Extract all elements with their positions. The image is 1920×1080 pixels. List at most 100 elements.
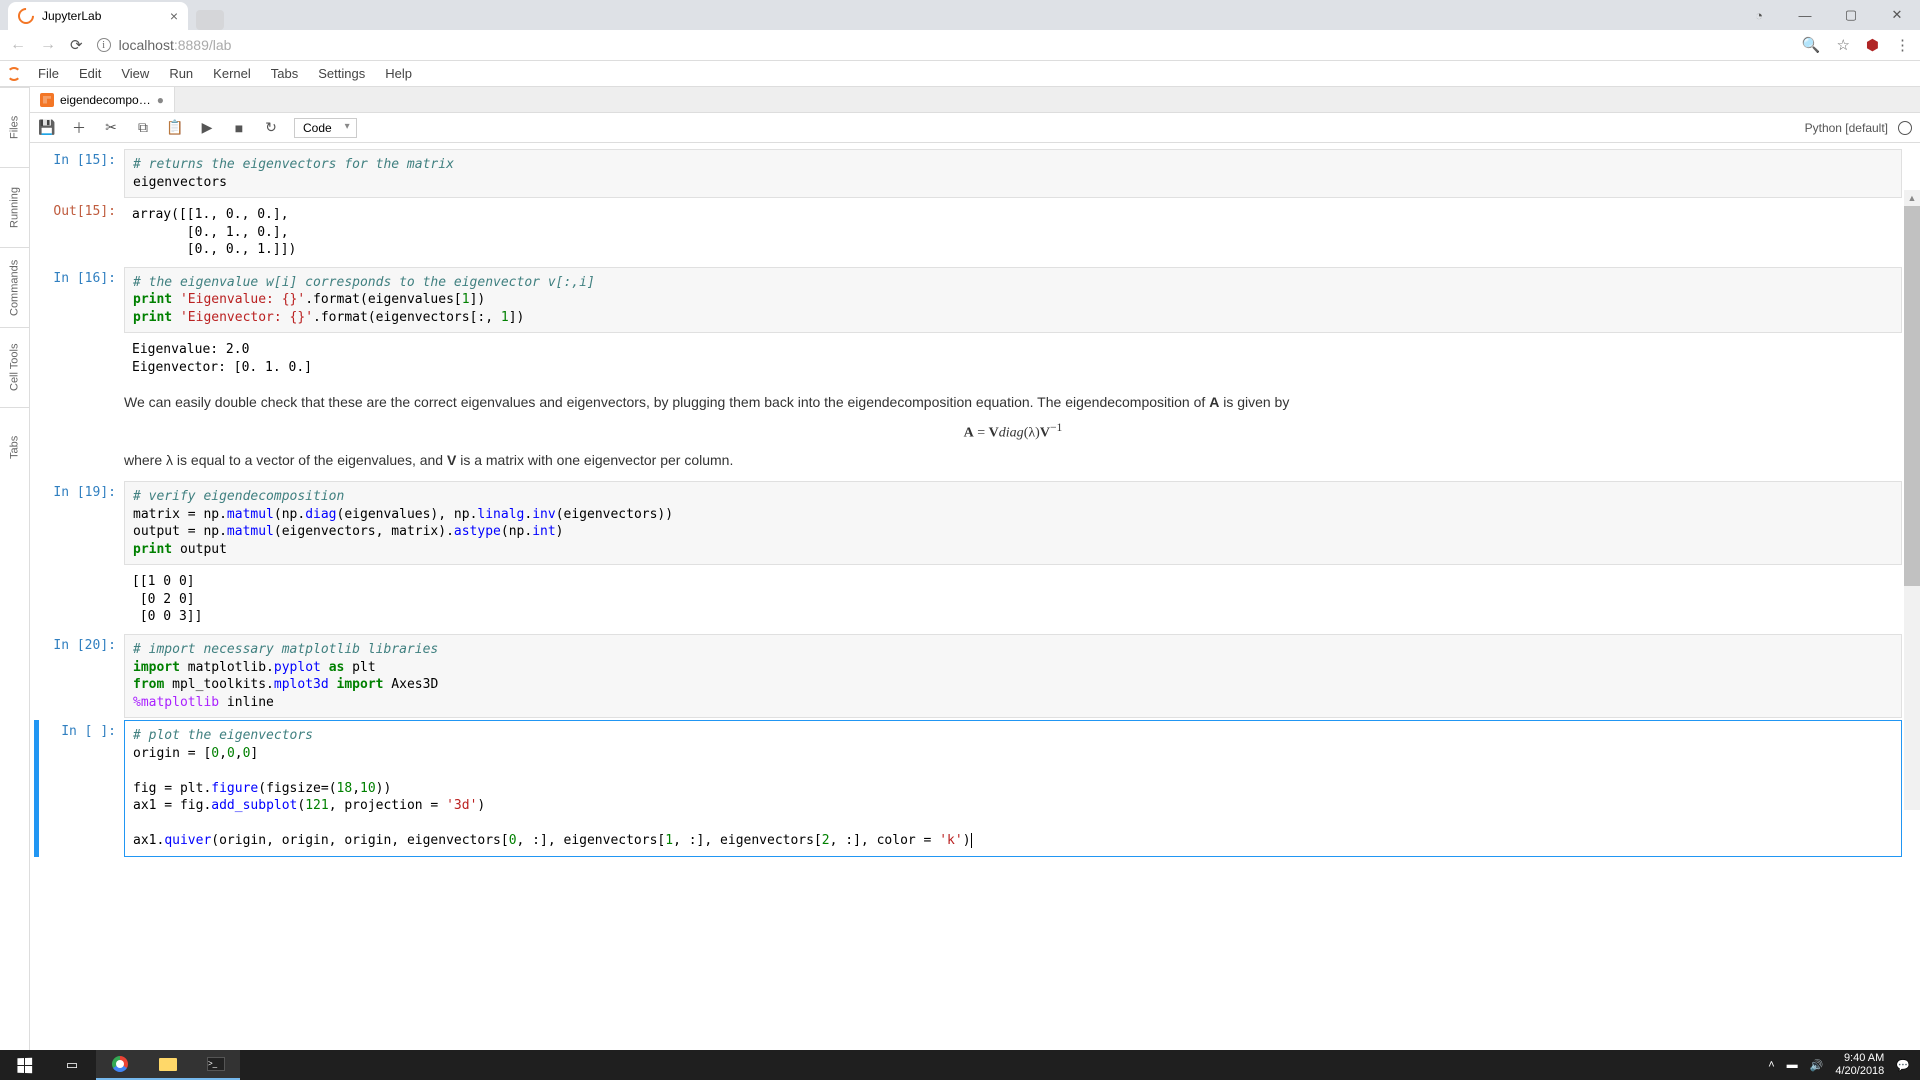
- code-area[interactable]: # import necessary matplotlib libraries …: [124, 634, 1902, 718]
- menu-help[interactable]: Help: [375, 61, 422, 86]
- cell-type-select[interactable]: Code: [294, 118, 357, 138]
- reload-button[interactable]: ⟳: [70, 36, 83, 54]
- paste-button[interactable]: 📋: [166, 119, 184, 136]
- rail-commands[interactable]: Commands: [0, 247, 29, 327]
- browser-chrome: JupyterLab × ◔ — ▢ ✕ ← → ⟳ i localhost:8…: [0, 0, 1920, 61]
- rail-celltools[interactable]: Cell Tools: [0, 327, 29, 407]
- system-tray: ˄ ▬ 🔊 9:40 AM 4/20/2018 💬: [1768, 1052, 1920, 1078]
- output-text: array([[1., 0., 0.], [0., 1., 0.], [0., …: [124, 200, 1902, 265]
- scrollbar[interactable]: ▲: [1904, 190, 1920, 810]
- in-prompt: In [15]:: [34, 149, 124, 198]
- cell-15-input[interactable]: In [15]: # returns the eigenvectors for …: [34, 149, 1902, 198]
- menu-view[interactable]: View: [111, 61, 159, 86]
- close-window-icon[interactable]: ✕: [1874, 0, 1920, 30]
- start-button[interactable]: [0, 1050, 48, 1080]
- account-icon[interactable]: ◔: [1736, 0, 1782, 30]
- scroll-up-icon[interactable]: ▲: [1904, 190, 1920, 206]
- rail-tabs[interactable]: Tabs: [0, 407, 29, 487]
- left-sidebar: Files Running Commands Cell Tools Tabs: [0, 87, 30, 1051]
- notebook-tab-name: eigendecompo…: [60, 93, 151, 107]
- restart-button[interactable]: ↻: [262, 119, 280, 136]
- addr-actions: 🔍 ☆ ⬢ ⋮: [1802, 36, 1910, 54]
- cell-16-input[interactable]: In [16]: # the eigenvalue w[i] correspon…: [34, 267, 1902, 334]
- jupyterlab-main: Files Running Commands Cell Tools Tabs e…: [0, 87, 1920, 1051]
- site-info-icon[interactable]: i: [97, 38, 111, 52]
- document-tabs: eigendecompo… ●: [30, 87, 1920, 113]
- kernel-status[interactable]: Python [default]: [1805, 121, 1912, 135]
- scroll-thumb[interactable]: [1904, 206, 1920, 586]
- cell-16-output: Eigenvalue: 2.0 Eigenvector: [0. 1. 0.]: [34, 335, 1902, 382]
- zoom-icon[interactable]: 🔍: [1802, 36, 1821, 54]
- tab-close-icon[interactable]: ×: [170, 8, 178, 24]
- in-prompt: In [ ]:: [34, 720, 124, 857]
- maximize-icon[interactable]: ▢: [1828, 0, 1874, 30]
- code-area[interactable]: # plot the eigenvectors origin = [0,0,0]…: [124, 720, 1902, 857]
- explorer-taskbar-icon[interactable]: [144, 1050, 192, 1080]
- windows-taskbar: ▭ >_ ˄ ▬ 🔊 9:40 AM 4/20/2018 💬: [0, 1050, 1920, 1080]
- output-text: Eigenvalue: 2.0 Eigenvector: [0. 1. 0.]: [124, 335, 1902, 382]
- run-button[interactable]: ▶: [198, 119, 216, 136]
- notifications-icon[interactable]: 💬: [1896, 1059, 1910, 1072]
- notebook-tab[interactable]: eigendecompo… ●: [30, 87, 175, 112]
- notebook-body[interactable]: In [15]: # returns the eigenvectors for …: [30, 143, 1920, 1051]
- cell-19-output: [[1 0 0] [0 2 0] [0 0 3]]: [34, 567, 1902, 632]
- minimize-icon[interactable]: —: [1782, 0, 1828, 30]
- notebook-icon: [40, 93, 54, 107]
- extension-icon[interactable]: ⬢: [1866, 36, 1879, 54]
- markdown-cell[interactable]: We can easily double check that these ar…: [34, 384, 1902, 479]
- dirty-indicator: ●: [157, 93, 164, 107]
- url-host: localhost:8889/lab: [119, 37, 232, 53]
- output-text: [[1 0 0] [0 2 0] [0 0 3]]: [124, 567, 1902, 632]
- cell-19-input[interactable]: In [19]: # verify eigendecomposition mat…: [34, 481, 1902, 565]
- copy-button[interactable]: ⧉: [134, 119, 152, 136]
- jupyterlab-menubar: File Edit View Run Kernel Tabs Settings …: [0, 61, 1920, 87]
- cell-active-input[interactable]: In [ ]: # plot the eigenvectors origin =…: [34, 720, 1902, 857]
- forward-button[interactable]: →: [40, 36, 56, 54]
- volume-icon[interactable]: 🔊: [1810, 1059, 1824, 1072]
- kernel-name: Python [default]: [1805, 121, 1888, 135]
- tab-strip: JupyterLab × ◔ — ▢ ✕: [0, 0, 1920, 30]
- menu-settings[interactable]: Settings: [308, 61, 375, 86]
- out-prompt: Out[15]:: [34, 200, 124, 265]
- bookmark-icon[interactable]: ☆: [1836, 36, 1849, 54]
- battery-icon[interactable]: ▬: [1787, 1059, 1798, 1071]
- markdown-body: We can easily double check that these ar…: [124, 384, 1902, 479]
- tray-expand-icon[interactable]: ˄: [1768, 1059, 1774, 1071]
- jupyter-favicon: [15, 5, 38, 28]
- clock[interactable]: 9:40 AM 4/20/2018: [1835, 1052, 1884, 1078]
- menu-tabs[interactable]: Tabs: [261, 61, 308, 86]
- address-bar[interactable]: i localhost:8889/lab: [97, 37, 1788, 53]
- rail-files[interactable]: Files: [0, 87, 29, 167]
- window-controls: ◔ — ▢ ✕: [1736, 0, 1920, 30]
- code-area[interactable]: # returns the eigenvectors for the matri…: [124, 149, 1902, 198]
- code-area[interactable]: # the eigenvalue w[i] corresponds to the…: [124, 267, 1902, 334]
- cell-20-input[interactable]: In [20]: # import necessary matplotlib l…: [34, 634, 1902, 718]
- save-button[interactable]: 💾: [38, 119, 56, 136]
- task-view-button[interactable]: ▭: [48, 1050, 96, 1080]
- chrome-taskbar-icon[interactable]: [96, 1050, 144, 1080]
- menu-file[interactable]: File: [28, 61, 69, 86]
- menu-run[interactable]: Run: [159, 61, 203, 86]
- cut-button[interactable]: ✂: [102, 119, 120, 136]
- cell-15-output: Out[15]: array([[1., 0., 0.], [0., 1., 0…: [34, 200, 1902, 265]
- kernel-idle-icon: [1898, 121, 1912, 135]
- browser-tab[interactable]: JupyterLab ×: [8, 2, 188, 30]
- menu-kernel[interactable]: Kernel: [203, 61, 261, 86]
- stop-button[interactable]: ■: [230, 120, 248, 136]
- menu-icon[interactable]: ⋮: [1895, 36, 1910, 54]
- in-prompt: In [16]:: [34, 267, 124, 334]
- new-tab-button[interactable]: [196, 10, 224, 30]
- code-area[interactable]: # verify eigendecomposition matrix = np.…: [124, 481, 1902, 565]
- menu-edit[interactable]: Edit: [69, 61, 111, 86]
- jupyter-logo[interactable]: [0, 67, 28, 81]
- address-bar-row: ← → ⟳ i localhost:8889/lab 🔍 ☆ ⬢ ⋮: [0, 30, 1920, 60]
- notebook-toolbar: 💾 ＋ ✂ ⧉ 📋 ▶ ■ ↻ Code Python [default]: [30, 113, 1920, 143]
- in-prompt: In [19]:: [34, 481, 124, 565]
- equation: A = Vdiag(λ)V−1: [124, 419, 1902, 444]
- tab-title: JupyterLab: [42, 9, 101, 23]
- rail-running[interactable]: Running: [0, 167, 29, 247]
- terminal-taskbar-icon[interactable]: >_: [192, 1050, 240, 1080]
- work-area: eigendecompo… ● 💾 ＋ ✂ ⧉ 📋 ▶ ■ ↻ Code Pyt…: [30, 87, 1920, 1051]
- add-cell-button[interactable]: ＋: [70, 118, 88, 138]
- back-button[interactable]: ←: [10, 36, 26, 54]
